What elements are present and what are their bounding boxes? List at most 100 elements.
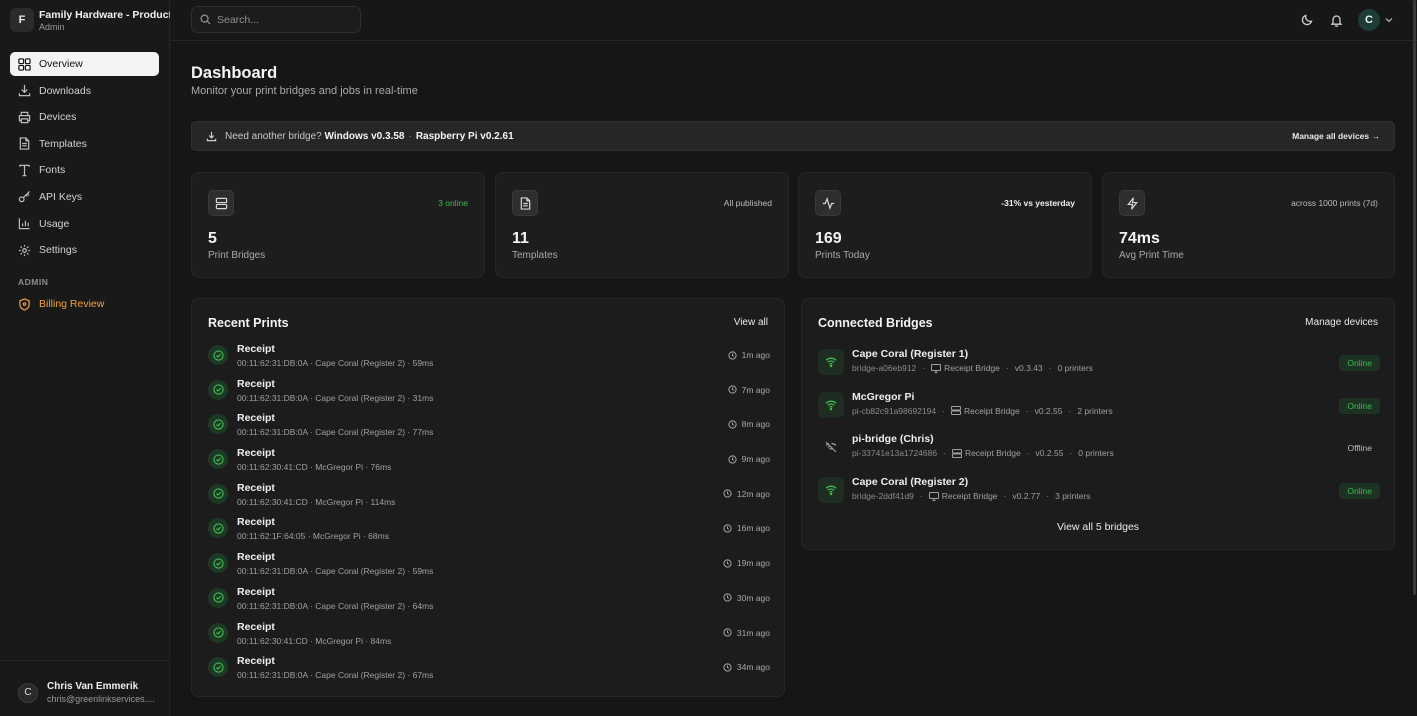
stat-label: Prints Today (815, 250, 870, 261)
bridge-meta: pi-33741e13a1724686 · Receipt Bridge · v0.2.… (852, 448, 1114, 458)
stat-card-print-bridges: 3 online 5 Print Bridges (191, 172, 485, 278)
bridge-printers: 0 printers (1078, 448, 1114, 459)
sidebar-item-api-keys[interactable]: API Keys (10, 185, 159, 209)
print-meta: 00:11:62:31:DB:0A · Cape Coral (Register… (237, 566, 434, 577)
manage-all-devices-link[interactable]: Manage all devices → (1292, 131, 1380, 141)
print-meta: 00:11:62:30:41:CD · McGregor Pi · 76ms (237, 462, 392, 473)
manage-devices-link[interactable]: Manage devices (1305, 317, 1378, 328)
stat-value: 74ms (1119, 230, 1160, 247)
stat-value: 169 (815, 230, 842, 247)
table-row[interactable]: Receipt 00:11:62:31:DB:0A · Cape Coral (R… (208, 343, 770, 378)
print-time: 12m ago (723, 489, 770, 499)
sidebar-item-devices[interactable]: Devices (10, 105, 159, 129)
bridge-meta: bridge-2ddf41d9 · Receipt Bridge · v0.2.77 · 3… (852, 491, 1091, 501)
separator: · (942, 405, 945, 416)
account-avatar[interactable]: C (1358, 9, 1380, 31)
check-circle-icon (208, 657, 228, 678)
wifi-icon (818, 349, 844, 375)
table-row[interactable]: Receipt 00:11:62:30:41:CD · McGregor Pi ·… (208, 621, 770, 656)
print-meta: 00:11:62:1F:64:05 · McGregor Pi · 68ms (237, 531, 389, 542)
print-time: 9m ago (728, 454, 770, 464)
table-row[interactable]: Receipt 00:11:62:31:DB:0A · Cape Coral (R… (208, 412, 770, 447)
stat-label: Print Bridges (208, 250, 266, 261)
status-badge: -31% vs yesterday (1001, 198, 1075, 208)
bridge-printers: 3 printers (1055, 491, 1091, 502)
download-icon (206, 131, 217, 142)
table-row[interactable]: Receipt 00:11:62:31:DB:0A · Cape Coral (R… (208, 378, 770, 413)
page-scrollbar[interactable] (1413, 0, 1416, 595)
sidebar-item-billing-review[interactable]: Billing Review (10, 292, 159, 316)
shield-icon (19, 297, 30, 311)
sidebar-item-downloads[interactable]: Downloads (10, 79, 159, 103)
status-badge: Online (1339, 397, 1380, 414)
table-row[interactable]: Receipt 00:11:62:30:41:CD · McGregor Pi ·… (208, 447, 770, 482)
activity-icon (815, 190, 841, 216)
chevron-down-icon[interactable] (1385, 17, 1393, 23)
print-title: Receipt (237, 620, 275, 633)
print-meta: 00:11:62:31:DB:0A · Cape Coral (Register… (237, 358, 434, 368)
table-row[interactable]: Receipt 00:11:62:31:DB:0A · Cape Coral (R… (208, 586, 770, 621)
sidebar-item-label: API Keys (39, 190, 83, 203)
bar-chart-icon (18, 218, 30, 230)
print-title: Receipt (237, 551, 275, 564)
bridge-name: Cape Coral (Register 2) (852, 476, 969, 489)
print-meta: 00:11:62:30:41:CD · McGregor Pi · 114ms (237, 496, 396, 507)
banner-separator: · (408, 130, 412, 142)
theme-toggle-button[interactable] (1296, 9, 1318, 31)
print-time-label: 31m ago (736, 627, 770, 638)
print-time-label: 34m ago (736, 662, 770, 673)
bridges-list: Cape Coral (Register 1) bridge-a06eb912 · R… (818, 347, 1380, 518)
print-title: Receipt (237, 585, 275, 598)
download-icon (18, 85, 31, 97)
sidebar-item-label: Settings (39, 244, 77, 257)
user-menu[interactable]: C Chris Van Emmerik chris@greenlinkservi… (0, 660, 170, 716)
stat-card-avg-print-time: across 1000 prints (7d) 74ms Avg Print T… (1102, 172, 1395, 278)
table-row[interactable]: Receipt 00:11:62:30:41:CD · McGregor Pi ·… (208, 482, 770, 517)
notifications-button[interactable] (1325, 9, 1347, 31)
status-badge: across 1000 prints (7d) (1291, 198, 1378, 208)
server-icon (950, 406, 961, 416)
monitor-icon (931, 363, 942, 373)
bridge-version: v0.2.77 (1012, 491, 1041, 502)
print-time-label: 8m ago (741, 419, 770, 430)
view-all-bridges-link[interactable]: View all 5 bridges (802, 521, 1394, 533)
sidebar-item-label: Downloads (39, 84, 91, 97)
view-all-prints-link[interactable]: View all (734, 317, 768, 328)
raspberry-pi-download-link[interactable]: Raspberry Pi v0.2.61 (416, 131, 514, 142)
sidebar-item-label: Billing Review (39, 298, 105, 310)
sidebar-item-label: Fonts (39, 164, 66, 177)
table-row[interactable]: Receipt 00:11:62:31:DB:0A · Cape Coral (R… (208, 551, 770, 586)
list-item[interactable]: McGregor Pi pi-cb82c91a98692194 · Receipt B… (818, 390, 1380, 433)
grid-icon (18, 57, 31, 71)
bridge-version: v0.3.43 (1014, 363, 1043, 373)
search-input[interactable] (217, 13, 347, 26)
wifi-off-icon (818, 434, 844, 460)
table-row[interactable]: Receipt 00:11:62:31:DB:0A · Cape Coral (R… (208, 655, 770, 690)
print-title: Receipt (237, 343, 275, 355)
bridge-id: bridge-a06eb912 (852, 363, 917, 373)
print-time: 16m ago (723, 523, 770, 533)
separator: · (1048, 363, 1052, 373)
list-item[interactable]: Cape Coral (Register 1) bridge-a06eb912 · R… (818, 347, 1380, 390)
check-circle-icon (208, 345, 228, 365)
banner-prefix: Need another bridge? (225, 130, 322, 142)
file-icon (512, 190, 538, 216)
sidebar-item-overview[interactable]: Overview (10, 52, 159, 76)
sidebar-item-settings[interactable]: Settings (10, 238, 159, 262)
print-time-label: 16m ago (736, 523, 770, 534)
page-subtitle: Monitor your print bridges and jobs in r… (191, 85, 418, 97)
sidebar-item-usage[interactable]: Usage (10, 212, 159, 236)
list-item[interactable]: Cape Coral (Register 2) bridge-2ddf41d9 · R… (818, 475, 1380, 518)
bridge-id: bridge-2ddf41d9 (852, 491, 914, 502)
print-time-label: 9m ago (741, 454, 770, 465)
sidebar-item-templates[interactable]: Templates (10, 132, 159, 156)
list-item[interactable]: pi-bridge (Chris) pi-33741e13a1724686 · Rec… (818, 432, 1380, 475)
org-switcher[interactable]: F Family Hardware - Production Admin (10, 6, 190, 34)
windows-download-link[interactable]: Windows v0.3.58 (325, 131, 405, 142)
sidebar-item-label: Usage (39, 217, 70, 230)
print-time-label: 1m ago (741, 350, 770, 360)
table-row[interactable]: Receipt 00:11:62:1F:64:05 · McGregor Pi ·… (208, 516, 770, 551)
avatar: C (18, 682, 38, 703)
sidebar-item-fonts[interactable]: Fonts (10, 158, 159, 182)
search-box[interactable] (191, 6, 361, 33)
